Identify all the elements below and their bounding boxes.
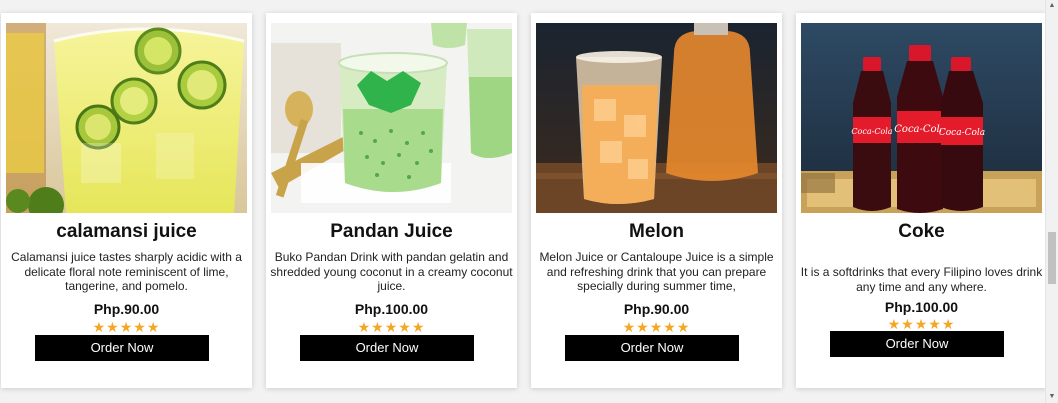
product-price: Php.90.00: [623, 301, 690, 317]
product-card: Pandan Juice Buko Pandan Drink with pand…: [266, 13, 517, 388]
product-grid: calamansi juice Calamansi juice tastes s…: [0, 13, 1047, 388]
order-now-button[interactable]: Order Now: [300, 335, 474, 361]
product-price: Php.90.00: [93, 301, 160, 317]
product-name: Melon: [629, 221, 684, 242]
star-rating: ★★★★★: [622, 319, 691, 335]
product-name: Coke: [898, 221, 945, 242]
product-name: Pandan Juice: [330, 221, 453, 242]
product-price: Php.100.00: [884, 299, 959, 315]
order-now-button[interactable]: Order Now: [565, 335, 739, 361]
scroll-up-icon[interactable]: ▲: [1046, 0, 1058, 12]
coke-bottles-photo: Coca-Cola Coca-Cola Coca-Cola: [801, 23, 1042, 213]
product-description: Calamansi juice tastes sharply acidic wi…: [11, 250, 242, 293]
vertical-scrollbar[interactable]: ▲ ▼: [1045, 0, 1058, 403]
product-card: calamansi juice Calamansi juice tastes s…: [1, 13, 252, 388]
star-rating: ★★★★★: [357, 319, 426, 335]
order-now-button[interactable]: Order Now: [35, 335, 209, 361]
melon-juice-photo: [536, 23, 777, 213]
product-price: Php.100.00: [354, 301, 429, 317]
product-card: Melon Melon Juice or Cantaloupe Juice is…: [531, 13, 782, 388]
svg-text:Coca-Cola: Coca-Cola: [939, 128, 985, 138]
product-description: Buko Pandan Drink with pandan gelatin an…: [270, 250, 513, 293]
scroll-down-icon[interactable]: ▼: [1046, 391, 1058, 403]
product-description: It is a softdrinks that every Filipino l…: [800, 265, 1043, 294]
scrollbar-thumb[interactable]: [1048, 232, 1056, 284]
product-page: calamansi juice Calamansi juice tastes s…: [0, 0, 1058, 403]
product-description: Melon Juice or Cantaloupe Juice is a sim…: [539, 250, 774, 293]
star-rating: ★★★★★: [887, 316, 956, 332]
calamansi-juice-photo: [6, 23, 247, 213]
star-rating: ★★★★★: [92, 319, 161, 335]
product-card: Coca-Cola Coca-Cola Coca-Cola Coke It is…: [796, 13, 1047, 388]
order-now-button[interactable]: Order Now: [830, 331, 1004, 357]
product-name: calamansi juice: [56, 221, 197, 242]
pandan-juice-photo: [271, 23, 512, 213]
svg-text:Coca-Cola: Coca-Cola: [851, 127, 892, 136]
